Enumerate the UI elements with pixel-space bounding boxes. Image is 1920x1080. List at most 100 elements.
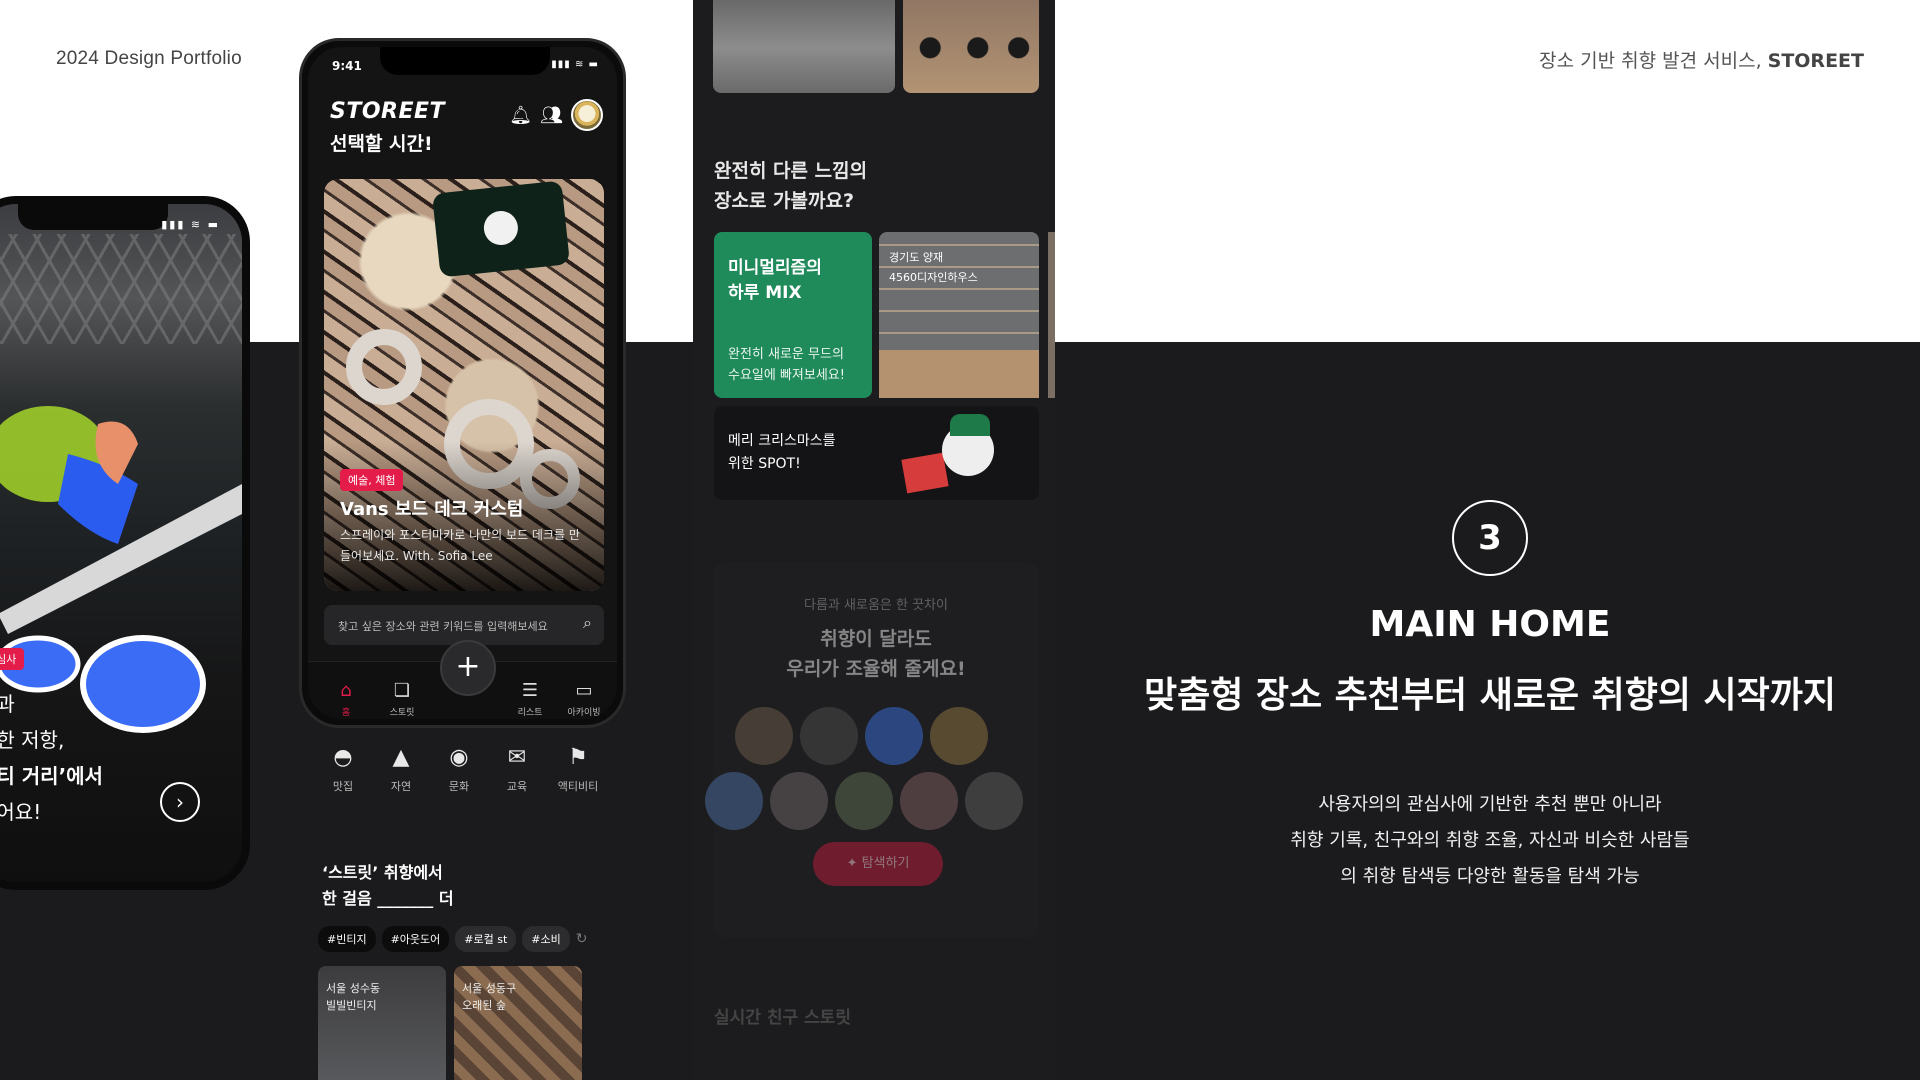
gift-icon bbox=[901, 452, 949, 494]
friends-icon[interactable]: 👥︎ bbox=[540, 105, 563, 126]
feature-desc-line: 취향 기록, 친구와의 취향 조율, 자신과 비슷한 사람들 bbox=[1290, 830, 1690, 851]
chip[interactable]: #소비 bbox=[522, 926, 570, 952]
chip[interactable]: #아웃도어 bbox=[381, 926, 450, 952]
taste-match-title: 취향이 달라도 우리가 조율해 줄게요! bbox=[786, 628, 966, 680]
home-subtitle: 선택할 시간! bbox=[330, 133, 433, 155]
home-screen: 9:41 ▮▮▮ ≋ ▬ STOREET 선택할 시간! 🔔︎ 👥︎ 예술, 체… bbox=[308, 47, 617, 719]
feature-desc-line: 사용자의의 관심사에 기반한 추천 뿐만 아니라 bbox=[1318, 794, 1662, 815]
left-phone-screen: ▮▮▮ ≋ ▬ 관심사 심과 위한 저항, 티티 거리’에서 싶어요! › bbox=[0, 204, 242, 882]
activity-icon: ⚑ bbox=[568, 745, 588, 770]
bell-icon[interactable]: 🔔︎ bbox=[509, 105, 532, 126]
status-time: 9:41 bbox=[332, 59, 362, 73]
tab-home[interactable]: ⌂ 홈 bbox=[318, 680, 374, 718]
category-culture[interactable]: ◉ 문화 bbox=[434, 745, 484, 794]
tape-roll-image bbox=[346, 329, 422, 405]
add-button[interactable]: + bbox=[440, 640, 496, 696]
cap-store-photo[interactable] bbox=[903, 0, 1039, 93]
headline-line: 심과 bbox=[0, 692, 15, 716]
cards-icon: ❏ bbox=[393, 680, 411, 701]
interest-tag: 관심사 bbox=[0, 648, 25, 670]
scrolled-home-screen: 완전히 다른 느낌의 장소로 가볼까요? 미니멀리즘의 하루 MIX 완전히 새로… bbox=[693, 0, 1055, 1080]
app-logo[interactable]: STOREET bbox=[330, 99, 445, 124]
chip[interactable]: #로컬 st bbox=[455, 926, 517, 952]
friend-avatar[interactable] bbox=[835, 772, 893, 830]
taste-match-card: 다름과 새로움은 한 끗차이 취향이 달라도 우리가 조율해 줄게요! ✦ 탐색하… bbox=[705, 562, 1039, 938]
place-card-text: 서울 성수동 빌빌빈티지 bbox=[326, 982, 381, 1012]
tab-storit[interactable]: ❏ 스토릿 bbox=[374, 680, 430, 718]
category-nature[interactable]: ▲ 자연 bbox=[376, 745, 426, 794]
section-number-badge: 3 bbox=[1452, 500, 1528, 576]
feature-title: MAIN HOME bbox=[1369, 604, 1611, 645]
friend-avatar[interactable] bbox=[930, 707, 988, 765]
section-title: 완전히 다른 느낌의 장소로 가볼까요? bbox=[714, 160, 868, 212]
left-phone-mockup: ▮▮▮ ≋ ▬ 관심사 심과 위한 저항, 티티 거리’에서 싶어요! › bbox=[0, 196, 250, 890]
theme-card-title: 미니멀리즘의 하루 MIX bbox=[728, 258, 822, 303]
friend-avatar[interactable] bbox=[705, 772, 763, 830]
taste-match-caption: 다름과 새로움은 한 끗차이 bbox=[804, 598, 948, 613]
search-icon[interactable]: ⌕ bbox=[583, 613, 592, 633]
service-caption: 장소 기반 취향 발견 서비스, STOREET bbox=[1539, 50, 1864, 72]
photo-row bbox=[713, 0, 1039, 93]
hero-card[interactable]: 예술, 체험 Vans 보드 데크 커스텀 스프레이와 포스터마카로 나만의 보… bbox=[324, 179, 604, 591]
vinyl-icon: ◉ bbox=[449, 745, 469, 770]
search-input[interactable]: 찾고 싶은 장소와 관련 키워드를 입력해보세요 ⌕ bbox=[324, 605, 604, 645]
christmas-banner[interactable]: 메리 크리스마스를 위한 SPOT! bbox=[714, 406, 1039, 500]
place-card-text: 경기도 양재 4560디자인하우스 bbox=[889, 251, 978, 284]
chevron-right-icon[interactable]: › bbox=[160, 782, 200, 822]
bag-image bbox=[431, 180, 571, 278]
list-icon: ☰ bbox=[521, 680, 539, 701]
mountain-icon: ▲ bbox=[392, 745, 410, 770]
folder-icon: ▭ bbox=[575, 680, 593, 701]
headline-line: 위한 저항, bbox=[0, 728, 65, 752]
tab-archiving[interactable]: ▭ 아카이빙 bbox=[556, 680, 612, 718]
bench-image bbox=[879, 350, 1039, 398]
friend-avatar[interactable] bbox=[865, 707, 923, 765]
food-icon: ◓ bbox=[333, 745, 353, 770]
street-cards: 서울 성수동 빌빌빈티지 서울 성동구 오래된 숲 bbox=[318, 966, 582, 1080]
place-card-text: 서울 성동구 오래된 숲 bbox=[462, 982, 517, 1012]
friend-avatar[interactable] bbox=[800, 707, 858, 765]
hashtag-chips: #빈티지 #아웃도어 #로컬 st #소비 ↻ bbox=[318, 926, 587, 952]
friend-avatar[interactable] bbox=[770, 772, 828, 830]
friend-avatar[interactable] bbox=[735, 707, 793, 765]
place-card[interactable]: 서울 성동구 오래된 숲 bbox=[454, 966, 582, 1080]
refresh-icon[interactable]: ↻ bbox=[576, 931, 588, 947]
tab-bar: ⌂ 홈 ❏ 스토릿 + ☰ 리스트 ▭ 아카이빙 bbox=[308, 640, 617, 719]
place-card-design-house[interactable]: 경기도 양재 4560디자인하우스 bbox=[879, 232, 1039, 398]
skater-illustration bbox=[0, 406, 242, 733]
theme-card-minimal[interactable]: 미니멀리즘의 하루 MIX 완전히 새로운 무드의 수요일에 빠져보세요! bbox=[714, 232, 872, 398]
home-icon: ⌂ bbox=[340, 680, 352, 701]
status-icons: ▮▮▮ ≋ ▬ bbox=[551, 59, 599, 70]
truss-image bbox=[0, 234, 242, 344]
store-photo[interactable] bbox=[713, 0, 895, 93]
category-activity[interactable]: ⚑ 액티비티 bbox=[550, 745, 606, 794]
category-food[interactable]: ◓ 맛집 bbox=[318, 745, 368, 794]
search-placeholder: 찾고 싶은 장소와 관련 키워드를 입력해보세요 bbox=[338, 620, 548, 633]
hero-title: Vans 보드 데크 커스텀 bbox=[340, 499, 524, 520]
portfolio-label: 2024 Design Portfolio bbox=[56, 48, 242, 69]
category-education[interactable]: ✉ 교육 bbox=[492, 745, 542, 794]
status-icons: ▮▮▮ ≋ ▬ bbox=[161, 218, 220, 231]
friend-avatar[interactable] bbox=[900, 772, 958, 830]
tab-list[interactable]: ☰ 리스트 bbox=[502, 680, 558, 718]
hat-icon bbox=[950, 414, 990, 436]
brand-name: STOREET bbox=[1767, 50, 1864, 72]
feature-subtitle: 맞춤형 장소 추천부터 새로운 취향의 시작까지 bbox=[1144, 675, 1836, 716]
explore-button[interactable]: ✦ 탐색하기 bbox=[813, 842, 943, 886]
center-phone-mockup: 9:41 ▮▮▮ ≋ ▬ STOREET 선택할 시간! 🔔︎ 👥︎ 예술, 체… bbox=[299, 38, 626, 728]
christmas-text: 메리 크리스마스를 위한 SPOT! bbox=[728, 433, 836, 472]
category-pill: 예술, 체험 bbox=[340, 469, 404, 491]
notch bbox=[380, 47, 550, 75]
avatar[interactable] bbox=[571, 99, 603, 131]
hero-description: 스프레이와 포스터마카로 나만의 보드 데크를 만들어보세요. With. So… bbox=[340, 528, 580, 563]
headline-line: 싶어요! bbox=[0, 800, 42, 824]
place-card[interactable]: 서울 성수동 빌빌빈티지 bbox=[318, 966, 446, 1080]
headline-line: 티티 거리’에서 bbox=[0, 764, 103, 788]
friend-avatar[interactable] bbox=[965, 772, 1023, 830]
feature-desc-line: 의 취향 탐색등 다양한 활동을 탐색 가능 bbox=[1340, 866, 1640, 887]
live-friend-storit-title: 실시간 친구 스토릿 bbox=[714, 1008, 851, 1028]
header-actions: 🔔︎ 👥︎ bbox=[509, 99, 603, 131]
next-card-edge bbox=[1048, 232, 1055, 398]
theme-card-desc: 완전히 새로운 무드의 수요일에 빠져보세요! bbox=[728, 347, 845, 383]
chip[interactable]: #빈티지 bbox=[318, 926, 376, 952]
